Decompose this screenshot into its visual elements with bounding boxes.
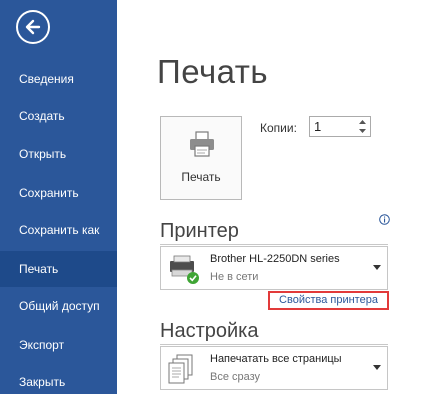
- chevron-down-icon: [373, 265, 381, 270]
- settings-section-title: Настройка: [160, 320, 259, 342]
- printer-dropdown[interactable]: Brother HL-2250DN series Не в сети: [160, 246, 388, 290]
- info-icon[interactable]: [379, 214, 390, 225]
- nav-item-open[interactable]: Открыть: [0, 136, 117, 172]
- network-printer-icon: [170, 255, 199, 284]
- nav-item-save-as[interactable]: Сохранить как: [0, 212, 117, 248]
- printer-name: Brother HL-2250DN series: [210, 253, 340, 265]
- print-range-title: Напечатать все страницы: [210, 353, 342, 365]
- print-button[interactable]: Печать: [160, 116, 242, 200]
- nav-item-share[interactable]: Общий доступ: [0, 288, 117, 324]
- copies-label: Копии:: [260, 121, 297, 135]
- nav-item-save[interactable]: Сохранить: [0, 175, 117, 211]
- copies-stepper[interactable]: 1: [309, 116, 371, 137]
- page-title: Печать: [157, 53, 269, 90]
- printer-section-title: Принтер: [160, 220, 239, 242]
- backstage-sidebar: Сведения Создать Открыть Сохранить Сохра…: [0, 0, 117, 394]
- nav-item-info[interactable]: Сведения: [0, 61, 117, 97]
- printer-properties-link[interactable]: Свойства принтера: [268, 291, 389, 310]
- printer-icon: [190, 131, 214, 157]
- arrow-left-icon: [25, 19, 41, 35]
- spin-up-icon[interactable]: [358, 118, 367, 126]
- spin-down-icon[interactable]: [358, 127, 367, 135]
- back-button[interactable]: [16, 10, 50, 44]
- copies-value[interactable]: 1: [314, 119, 321, 134]
- nav-item-close[interactable]: Закрыть: [0, 364, 117, 400]
- nav-item-export[interactable]: Экспорт: [0, 327, 117, 363]
- chevron-down-icon: [373, 365, 381, 370]
- printer-status: Не в сети: [210, 271, 259, 283]
- print-range-subtitle: Все сразу: [210, 371, 261, 383]
- nav-item-new[interactable]: Создать: [0, 98, 117, 134]
- nav-item-print[interactable]: Печать: [0, 251, 117, 287]
- print-button-label: Печать: [181, 170, 221, 184]
- printer-section-divider: [160, 244, 388, 245]
- settings-section-divider: [160, 344, 388, 345]
- print-range-dropdown[interactable]: Напечатать все страницы Все сразу: [160, 346, 388, 390]
- pages-icon: [168, 354, 193, 384]
